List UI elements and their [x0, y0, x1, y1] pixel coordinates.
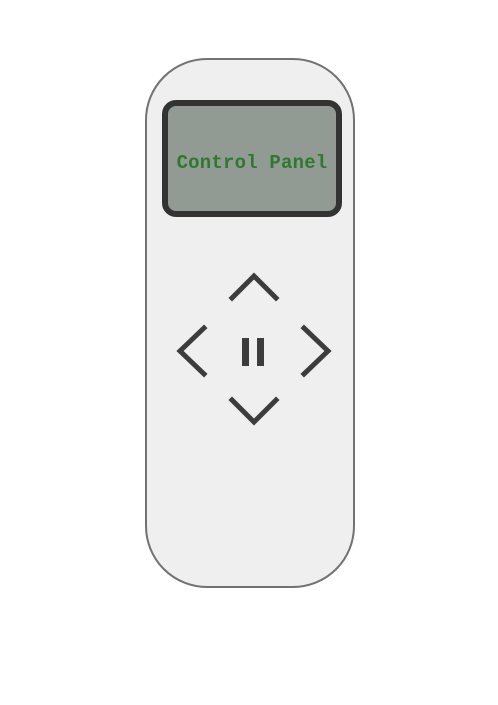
chevron-down-icon [228, 396, 280, 426]
display-screen: Control Panel [162, 100, 342, 217]
right-button[interactable] [296, 322, 336, 380]
left-button[interactable] [172, 322, 212, 380]
down-button[interactable] [226, 394, 282, 428]
display-text: Control Panel [176, 151, 328, 174]
chevron-left-icon [176, 324, 208, 378]
chevron-right-icon [300, 324, 332, 378]
up-button[interactable] [226, 270, 282, 304]
chevron-up-icon [228, 272, 280, 302]
pause-button[interactable] [236, 334, 272, 370]
pause-icon [242, 338, 264, 366]
